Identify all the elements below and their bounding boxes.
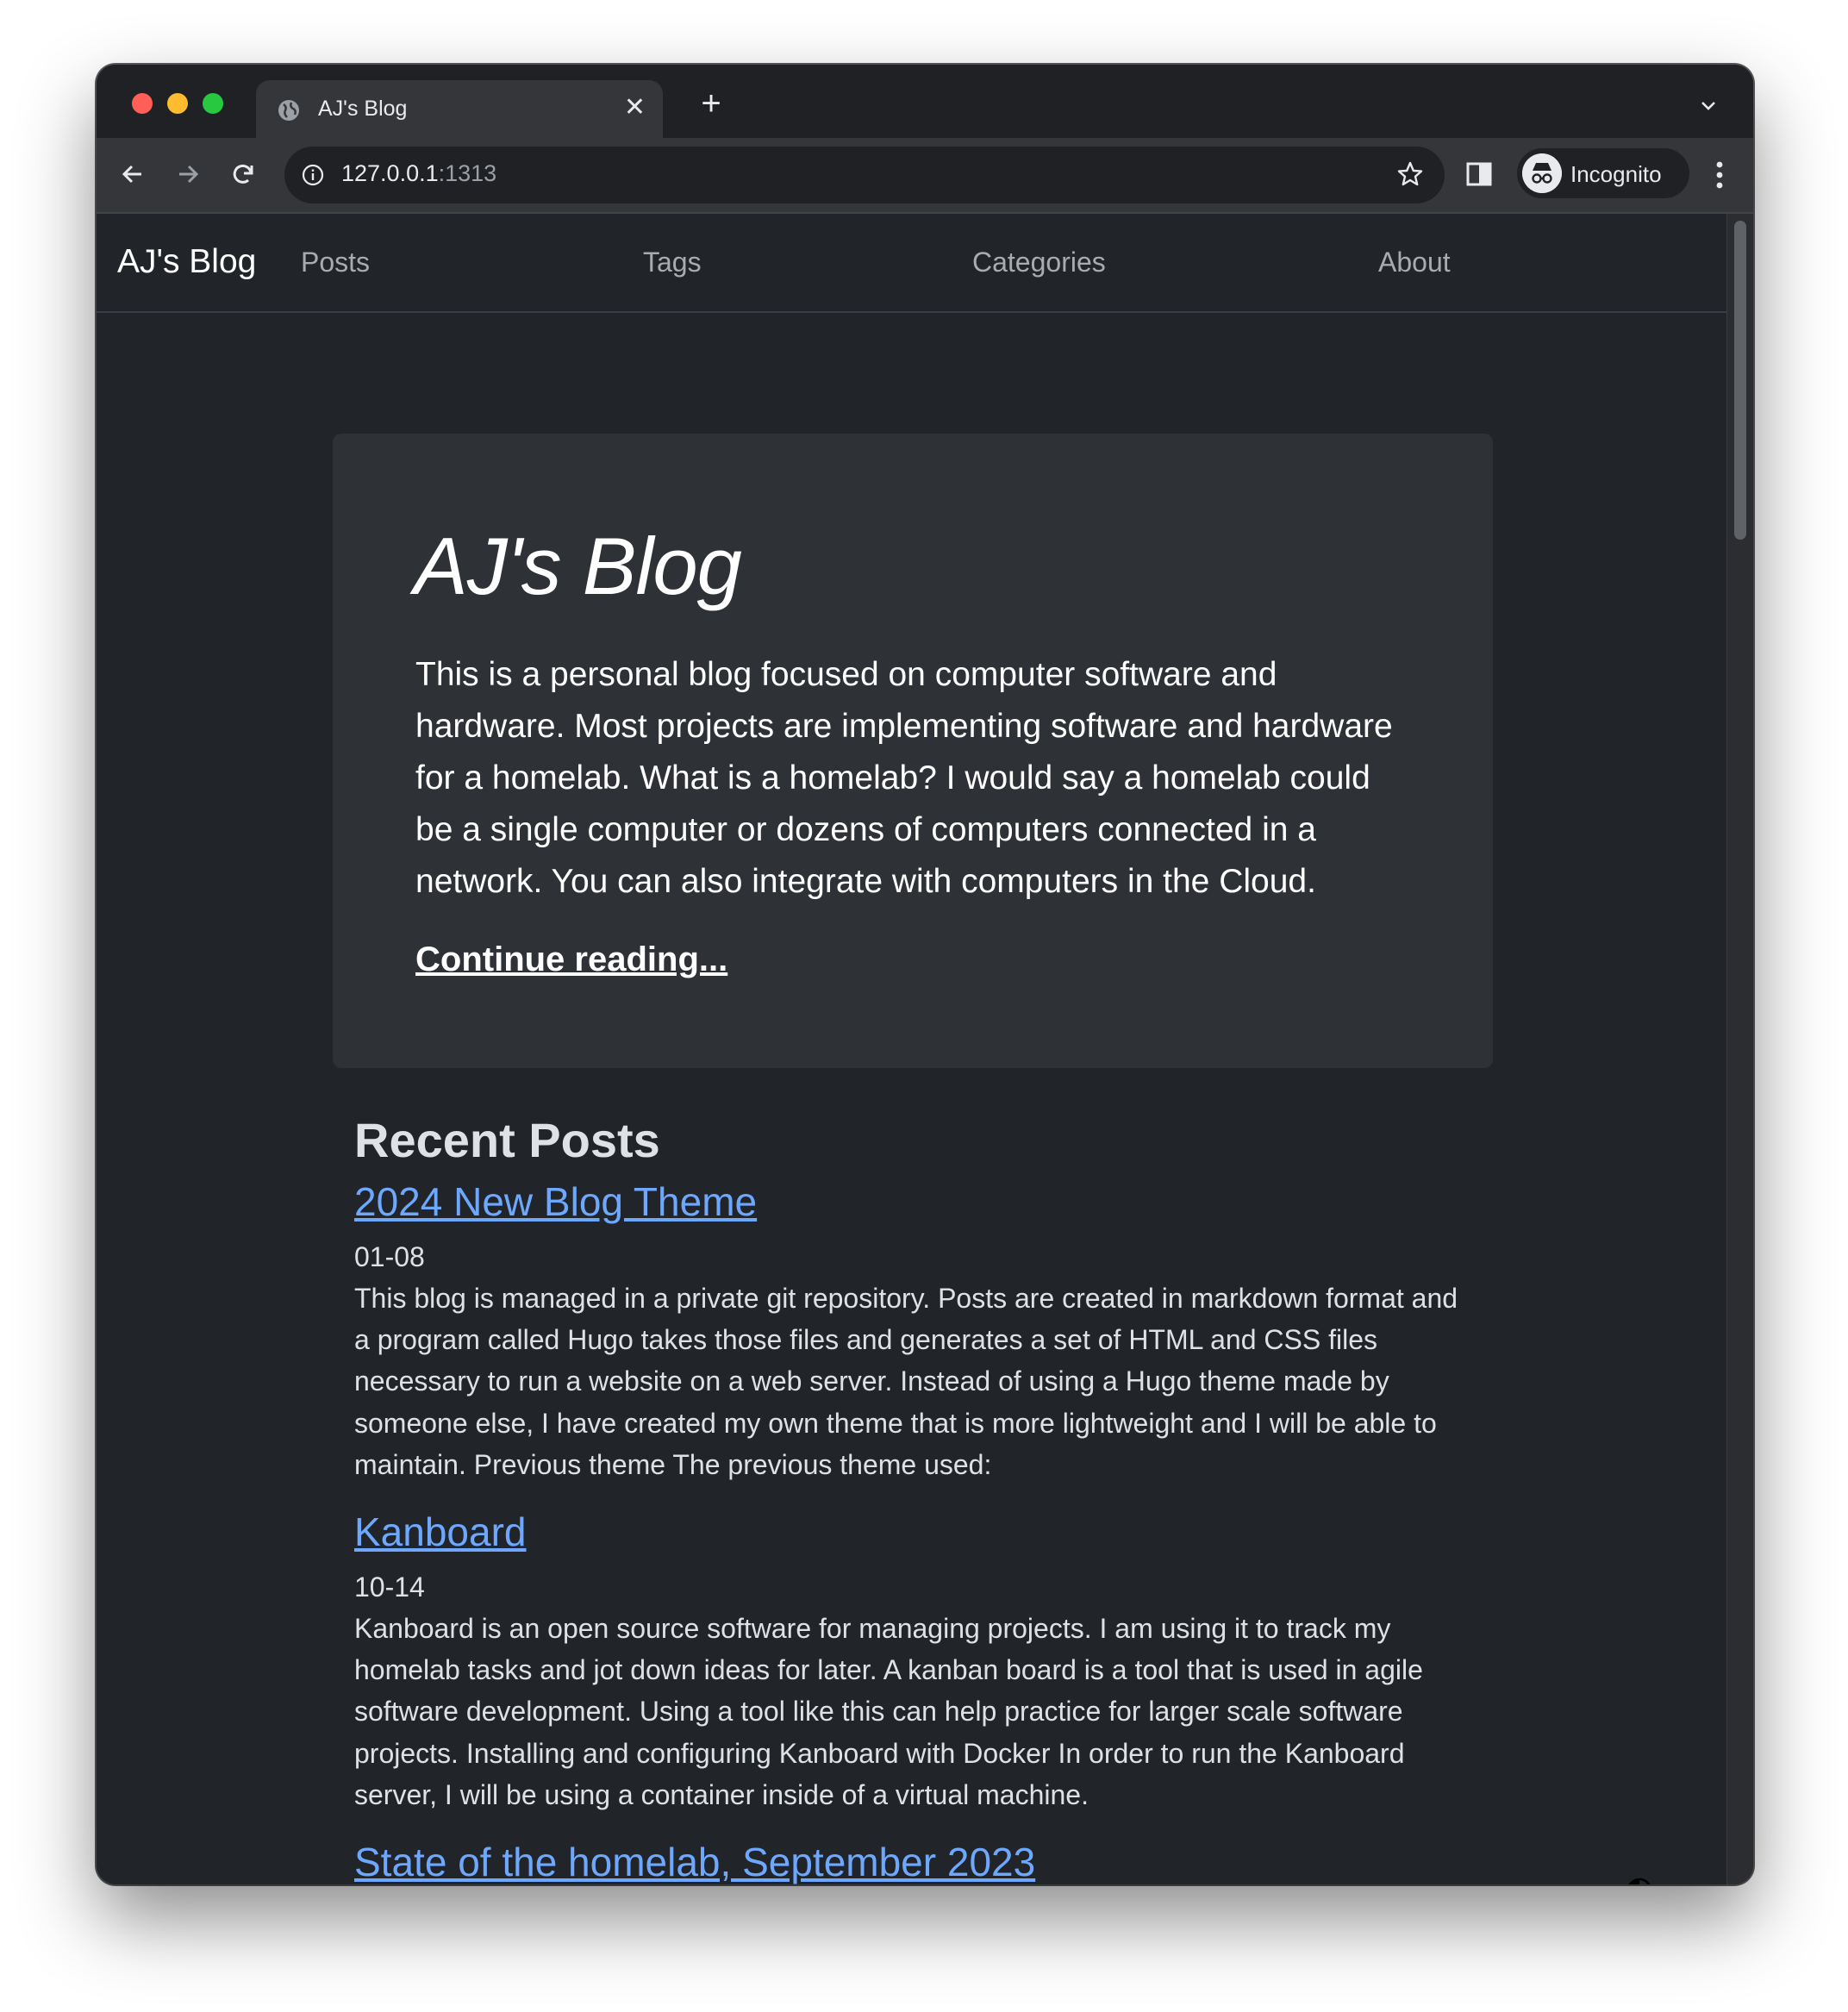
browser-toolbar: 127.0.0.1:1313 Incognito (97, 138, 1753, 214)
post-summary: Kanboard is an open source software for … (354, 1613, 1423, 1810)
nav-link-tags[interactable]: Tags (643, 247, 702, 278)
site-navbar: AJ's Blog Posts Tags Categories About (97, 214, 1727, 313)
recent-posts: Recent Posts 2024 New Blog Theme 01-08 T… (354, 1110, 1475, 1884)
url-port: :1313 (438, 160, 497, 186)
star-icon[interactable] (1396, 160, 1424, 188)
scrollbar-thumb[interactable] (1734, 221, 1746, 540)
incognito-icon (1522, 153, 1562, 193)
arrow-left-icon[interactable] (117, 159, 148, 190)
vertical-scrollbar[interactable] (1726, 214, 1753, 1884)
nav-link-about[interactable]: About (1378, 247, 1451, 278)
post-date: 01-08 (354, 1241, 425, 1272)
maximize-window-button[interactable] (203, 93, 223, 114)
incognito-badge[interactable]: Incognito (1517, 148, 1689, 198)
minimize-window-button[interactable] (167, 93, 188, 114)
browser-window: AJ's Blog ✕ + 127.0.0.1:1313 Incognito A… (97, 65, 1753, 1884)
tab-title: AJ's Blog (318, 97, 408, 121)
url-text: 127.0.0.1:1313 (341, 160, 496, 187)
recent-posts-heading: Recent Posts (354, 1113, 660, 1167)
nav-link-posts[interactable]: Posts (301, 247, 370, 278)
page-viewport: AJ's Blog Posts Tags Categories About AJ… (97, 214, 1753, 1884)
post-item: Kanboard 10-14 Kanboard is an open sourc… (354, 1504, 1475, 1815)
tab-ajs-blog[interactable]: AJ's Blog ✕ (256, 80, 663, 138)
globe-icon (278, 100, 299, 121)
close-window-button[interactable] (132, 93, 153, 114)
jumbotron-lead: This is a personal blog focused on compu… (415, 656, 1393, 900)
tab-strip: AJ's Blog ✕ + (97, 65, 1753, 138)
nav-link-categories[interactable]: Categories (972, 247, 1106, 278)
reload-icon[interactable] (228, 159, 259, 190)
kebab-menu-icon[interactable] (1715, 159, 1724, 191)
post-title-link[interactable]: Kanboard (354, 1504, 527, 1559)
url-host: 127.0.0.1 (341, 160, 439, 186)
post-title-link[interactable]: State of the homelab, September 2023 (354, 1834, 1035, 1884)
jumbotron: AJ's Blog This is a personal blog focuse… (333, 434, 1493, 1068)
site-brand[interactable]: AJ's Blog (117, 243, 256, 281)
info-icon[interactable] (302, 164, 324, 186)
incognito-label: Incognito (1570, 161, 1662, 187)
post-item: State of the homelab, September 2023 (354, 1834, 1475, 1884)
jumbotron-title: AJ's Blog (414, 521, 742, 611)
chevron-down-icon[interactable] (1698, 96, 1719, 116)
post-title-link[interactable]: 2024 New Blog Theme (354, 1174, 757, 1229)
contrast-icon[interactable] (1626, 1875, 1677, 1884)
arrow-right-icon[interactable] (172, 159, 203, 190)
tab-close-icon[interactable]: ✕ (624, 92, 646, 123)
continue-reading-link[interactable]: Continue reading... (415, 940, 727, 979)
new-tab-button[interactable]: + (694, 86, 728, 121)
post-item: 2024 New Blog Theme 01-08 This blog is m… (354, 1174, 1475, 1485)
post-date: 10-14 (354, 1571, 425, 1603)
side-panel-icon[interactable] (1465, 160, 1493, 188)
address-bar[interactable]: 127.0.0.1:1313 (284, 147, 1445, 203)
post-summary: This blog is managed in a private git re… (354, 1283, 1458, 1480)
